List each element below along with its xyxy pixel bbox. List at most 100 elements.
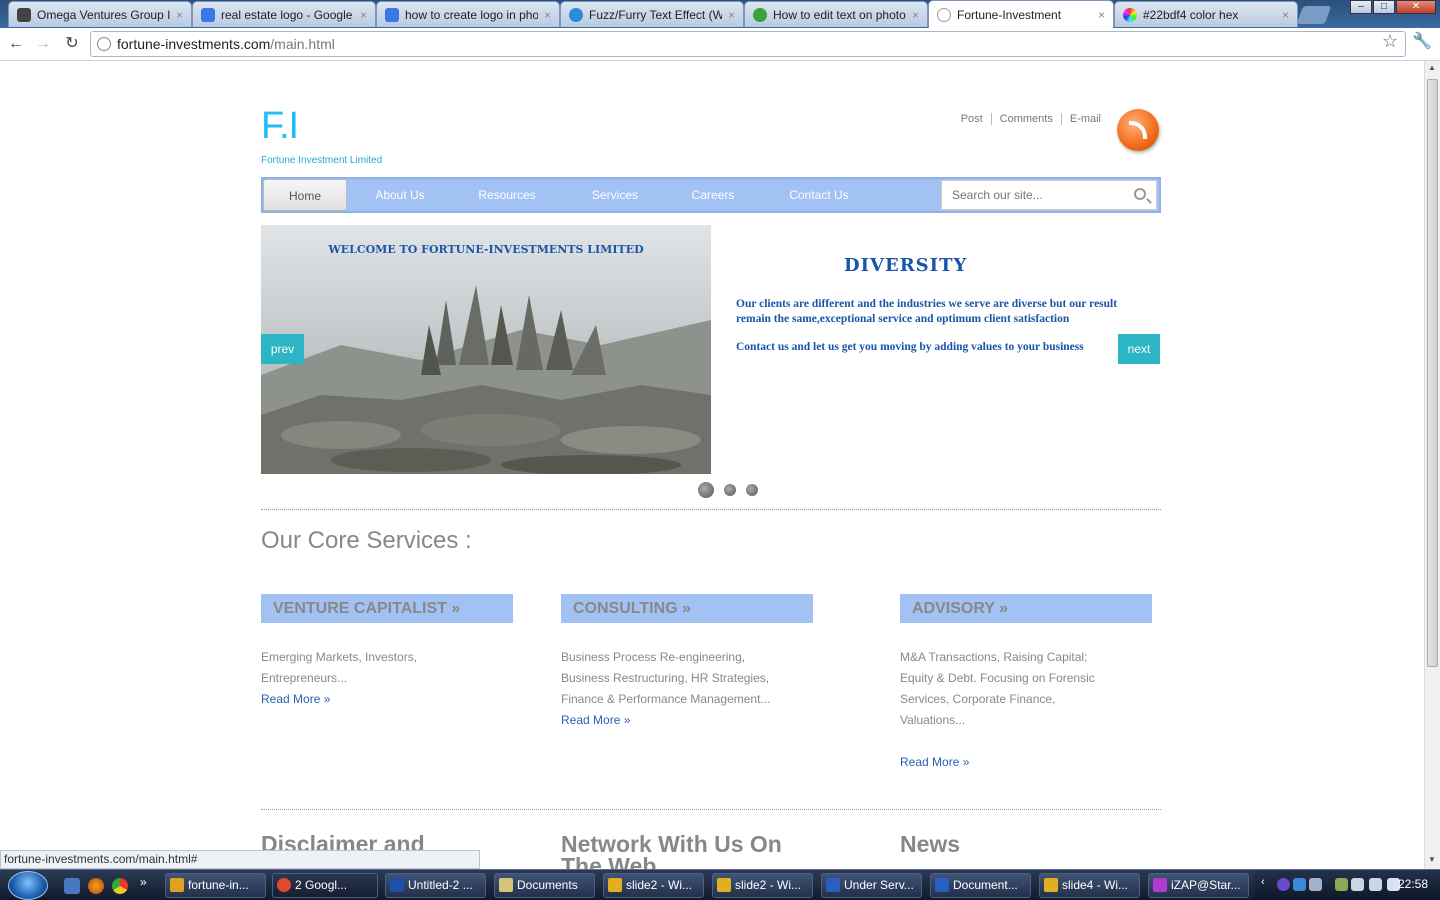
scroll-up-icon[interactable]: ▲ (1428, 63, 1436, 72)
tab-close-icon[interactable]: × (544, 8, 551, 22)
service-heading[interactable]: CONSULTING » (561, 594, 813, 623)
search-input[interactable] (942, 181, 1122, 209)
rss-feed-icon[interactable] (1117, 109, 1159, 151)
firefox-icon[interactable] (88, 878, 104, 894)
tab-close-icon[interactable]: × (912, 8, 919, 22)
nav-resources[interactable]: Resources (467, 179, 547, 211)
search-icon[interactable] (1134, 188, 1146, 200)
top-links: Post Comments E-mail (953, 113, 1109, 125)
close-window-icon[interactable]: ✕ (1396, 0, 1436, 14)
taskbar-label: 2 Googl... (295, 878, 348, 892)
nav-contact-us[interactable]: Contact Us (779, 179, 859, 211)
tab-close-icon[interactable]: × (1282, 8, 1289, 22)
browser-tab[interactable]: how to create logo in pho × (376, 1, 560, 27)
chrome-icon[interactable] (112, 878, 128, 894)
messenger-icon (1153, 878, 1167, 892)
taskbar-button[interactable]: Documents (494, 873, 595, 898)
browser-tab[interactable]: Fuzz/Furry Text Effect (Wo × (560, 1, 744, 27)
tray-app-icon[interactable] (1293, 878, 1306, 891)
tray-app-icon[interactable] (1309, 878, 1322, 891)
site-logo[interactable]: F.I (261, 105, 299, 148)
taskbar-clock[interactable]: 22:58 (1398, 877, 1428, 891)
network-icon[interactable] (1351, 878, 1364, 891)
slide-dot-1[interactable] (698, 482, 714, 498)
slide-welcome-text: WELCOME TO FORTUNE-INVESTMENTS LIMITED (328, 243, 644, 256)
taskbar-button[interactable]: iZAP@Star... (1148, 873, 1249, 898)
taskbar-button[interactable]: slide2 - Wi... (603, 873, 704, 898)
tab-close-icon[interactable]: × (728, 8, 735, 22)
tab-close-icon[interactable]: × (176, 8, 183, 22)
reload-icon[interactable]: ↻ (61, 33, 83, 55)
taskbar-button[interactable]: slide4 - Wi... (1039, 873, 1140, 898)
bookmark-star-icon[interactable]: ☆ (1382, 31, 1398, 52)
service-line: Business Restructuring, HR Strategies, (561, 671, 770, 685)
browser-tab[interactable]: How to edit text on photo × (744, 1, 928, 27)
minimize-icon[interactable]: – (1350, 0, 1372, 14)
service-description: Emerging Markets, Investors, Entrepreneu… (261, 647, 521, 710)
scrollbar-thumb[interactable] (1427, 79, 1438, 667)
read-more-link[interactable]: Read More » (900, 752, 1160, 773)
maximize-icon[interactable]: □ (1373, 0, 1395, 14)
url-domain: fortune-investments.com (117, 36, 271, 52)
taskbar-label: Document... (953, 878, 1018, 892)
taskbar-button[interactable]: fortune-in... (165, 873, 266, 898)
service-heading[interactable]: VENTURE CAPITALIST » (261, 594, 513, 623)
service-consulting: CONSULTING » Business Process Re-enginee… (561, 594, 821, 731)
main-navigation: Home About Us Resources Services Careers… (261, 177, 1161, 213)
next-button[interactable]: next (1118, 334, 1160, 364)
email-link[interactable]: E-mail (1060, 113, 1109, 125)
system-tray: ‹ 22:58 (1255, 870, 1440, 900)
footer-heading-network: Network With Us On The Web (561, 831, 782, 870)
nav-services[interactable]: Services (583, 179, 647, 211)
word-icon (826, 878, 840, 892)
nav-about-us[interactable]: About Us (363, 179, 437, 211)
browser-tab[interactable]: real estate logo - Google S × (192, 1, 376, 27)
service-line: Equity & Debt. Focusing on Forensic (900, 671, 1095, 685)
slide-dot-3[interactable] (746, 484, 758, 496)
slide-dot-2[interactable] (724, 484, 736, 496)
comments-link[interactable]: Comments (990, 113, 1061, 125)
browser-tab[interactable]: #22bdf4 color hex × (1114, 1, 1298, 27)
back-arrow-icon[interactable]: ← (5, 33, 27, 55)
tab-title: real estate logo - Google S (221, 7, 354, 22)
forward-arrow-icon[interactable]: → (32, 33, 54, 55)
taskbar-button[interactable]: Document... (930, 873, 1031, 898)
tray-app-icon[interactable] (1277, 878, 1290, 891)
section-divider (261, 809, 1161, 810)
start-button[interactable] (8, 871, 48, 900)
tab-title: #22bdf4 color hex (1143, 7, 1239, 22)
address-bar[interactable]: fortune-investments.com/main.html (90, 31, 1406, 57)
new-tab-button[interactable] (1296, 6, 1332, 24)
taskbar-button[interactable]: Untitled-2 ... (385, 873, 486, 898)
page-viewport: F.I Fortune Investment Limited Post Comm… (0, 61, 1424, 869)
service-line: Finance & Performance Management... (561, 692, 771, 706)
taskbar-button[interactable]: slide2 - Wi... (712, 873, 813, 898)
volume-icon[interactable] (1369, 878, 1382, 891)
taskbar-label: slide2 - Wi... (735, 878, 802, 892)
tab-close-icon[interactable]: × (1098, 8, 1105, 22)
wrench-menu-icon[interactable]: 🔧 (1412, 31, 1432, 51)
tray-app-icon[interactable] (1335, 878, 1348, 891)
windows-taskbar: » fortune-in... 2 Googl... Untitled-2 ..… (0, 869, 1440, 900)
more-chevron-icon[interactable]: » (140, 875, 156, 891)
taskbar-button-active[interactable]: 2 Googl... (272, 873, 378, 898)
taskbar-button[interactable]: Under Serv... (821, 873, 922, 898)
show-desktop-icon[interactable] (64, 878, 80, 894)
tab-title: How to edit text on photo (773, 7, 906, 22)
tab-close-icon[interactable]: × (360, 8, 367, 22)
scroll-down-icon[interactable]: ▼ (1428, 855, 1436, 864)
read-more-link[interactable]: Read More » (261, 689, 521, 710)
nav-careers[interactable]: Careers (683, 179, 743, 211)
service-heading[interactable]: ADVISORY » (900, 594, 1152, 623)
prev-button[interactable]: prev (261, 334, 304, 364)
vertical-scrollbar[interactable]: ▲ ▼ (1424, 61, 1440, 869)
browser-tab[interactable]: Omega Ventures Group Ir × (8, 1, 192, 27)
post-link[interactable]: Post (953, 113, 991, 125)
read-more-link[interactable]: Read More » (561, 710, 821, 731)
tab-favicon-icon (569, 7, 583, 22)
site-tagline: Fortune Investment Limited (261, 155, 383, 166)
browser-tab-active[interactable]: Fortune-Investment × (928, 0, 1114, 28)
nav-home[interactable]: Home (263, 179, 347, 211)
service-line: Emerging Markets, Investors, (261, 650, 418, 664)
tray-expand-chevron-icon[interactable]: ‹ (1261, 876, 1274, 889)
